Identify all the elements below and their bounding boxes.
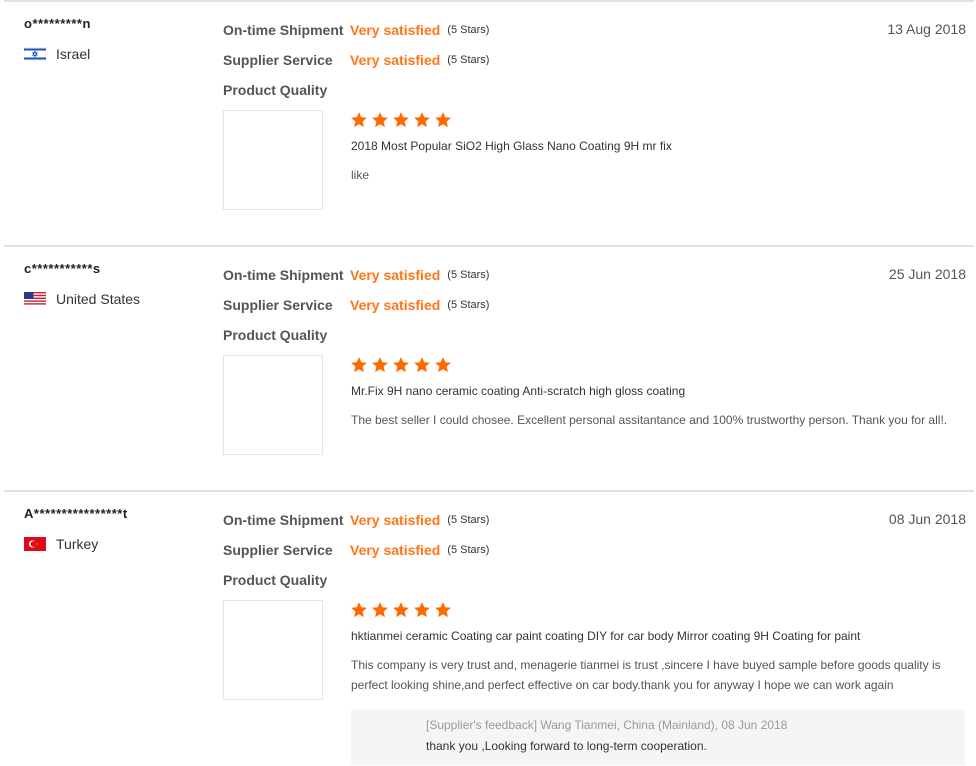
israel-flag-icon [24,47,46,61]
review-date: 13 Aug 2018 [887,21,966,37]
star-icon [393,357,409,373]
product-rating-stars [350,111,452,129]
product-title-link[interactable]: Mr.Fix 9H nano ceramic coating Anti-scra… [351,384,685,398]
star-icon [372,112,388,128]
country-name: Turkey [56,536,99,552]
review-card: c***********s United States On-time Ship… [4,245,974,492]
star-icon [351,112,367,128]
star-icon [372,602,388,618]
rating-label: Product Quality [223,327,328,343]
rating-label: Product Quality [223,82,328,98]
rating-supplier-service: Supplier Service Very satisfied (5 Stars… [223,542,489,558]
star-icon [393,112,409,128]
rating-value: Very satisfied [350,267,441,283]
product-rating-stars [350,356,452,374]
rating-product-quality: Product Quality [223,572,350,588]
buyer-name: c***********s [24,261,101,276]
rating-value: Very satisfied [350,512,441,528]
us-flag-icon [24,292,46,306]
star-icon [393,602,409,618]
rating-stars-text: (5 Stars) [447,269,490,281]
product-title-link[interactable]: 2018 Most Popular SiO2 High Glass Nano C… [351,139,672,153]
review-comment: like [351,168,370,182]
product-thumbnail[interactable] [223,600,323,700]
buyer-name: A****************t [24,506,128,521]
review-card: o*********n Israel On-time Shipment Very… [4,0,974,247]
rating-label: On-time Shipment [223,267,344,283]
rating-supplier-service: Supplier Service Very satisfied (5 Stars… [223,297,489,313]
buyer-country: United States [24,291,140,307]
rating-on-time-shipment: On-time Shipment Very satisfied (5 Stars… [223,512,489,528]
rating-on-time-shipment: On-time Shipment Very satisfied (5 Stars… [223,22,489,38]
supplier-feedback: [Supplier's feedback] Wang Tianmei, Chin… [351,709,965,765]
star-icon [351,602,367,618]
review-card: A****************t Turkey On-time Shipme… [4,490,974,766]
rating-value: Very satisfied [350,542,441,558]
product-rating-stars [350,601,452,619]
rating-value: Very satisfied [350,297,441,313]
star-icon [435,112,451,128]
rating-product-quality: Product Quality [223,82,350,98]
rating-label: Product Quality [223,572,328,588]
rating-stars-text: (5 Stars) [447,54,490,66]
star-icon [414,357,430,373]
product-title-link[interactable]: hktianmei ceramic Coating car paint coat… [351,629,860,643]
star-icon [435,602,451,618]
rating-label: Supplier Service [223,542,333,558]
review-comment: This company is very trust and, menageri… [351,658,941,692]
buyer-country: Turkey [24,536,98,552]
rating-label: On-time Shipment [223,22,344,38]
rating-supplier-service: Supplier Service Very satisfied (5 Stars… [223,52,489,68]
turkey-flag-icon [24,537,46,551]
country-name: United States [56,291,141,307]
star-icon [372,357,388,373]
star-icon [351,357,367,373]
star-icon [414,112,430,128]
rating-label: Supplier Service [223,52,333,68]
rating-on-time-shipment: On-time Shipment Very satisfied (5 Stars… [223,267,489,283]
buyer-country: Israel [24,46,90,62]
supplier-feedback-text: thank you ,Looking forward to long-term … [426,739,707,753]
rating-stars-text: (5 Stars) [447,544,490,556]
rating-stars-text: (5 Stars) [447,514,490,526]
star-icon [435,357,451,373]
rating-label: On-time Shipment [223,512,344,528]
supplier-feedback-meta: [Supplier's feedback] Wang Tianmei, Chin… [426,718,788,732]
rating-product-quality: Product Quality [223,327,350,343]
buyer-name: o*********n [24,16,91,31]
product-thumbnail[interactable] [223,355,323,455]
rating-stars-text: (5 Stars) [447,299,490,311]
country-name: Israel [56,46,91,62]
rating-value: Very satisfied [350,22,441,38]
review-date: 08 Jun 2018 [888,511,966,527]
review-date: 25 Jun 2018 [888,266,966,282]
rating-stars-text: (5 Stars) [447,24,490,36]
star-icon [414,602,430,618]
rating-value: Very satisfied [350,52,441,68]
product-thumbnail[interactable] [223,110,323,210]
review-comment: The best seller I could chosee. Excellen… [351,413,948,427]
rating-label: Supplier Service [223,297,333,313]
